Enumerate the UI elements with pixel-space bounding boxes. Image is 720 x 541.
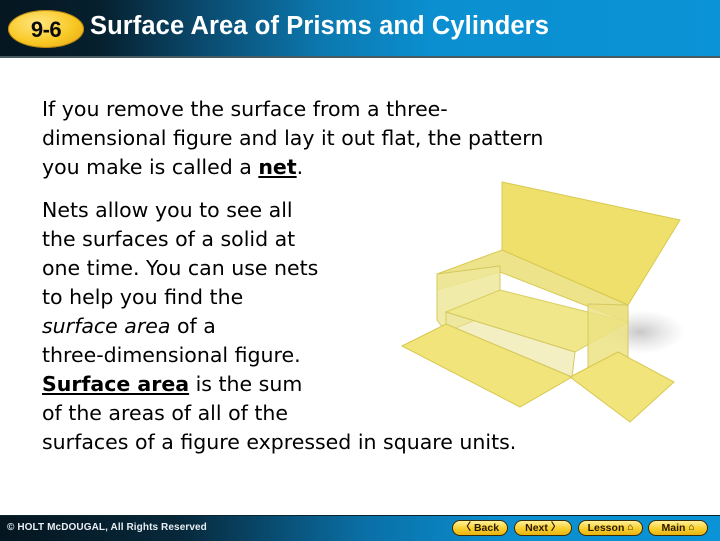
p2-italic-surface-area: surface area [42, 314, 171, 338]
back-button[interactable]: 〈 Back [452, 520, 508, 536]
lesson-home-button[interactable]: Lesson ⌂ [578, 520, 643, 536]
home-icon: ⌂ [688, 522, 695, 533]
lesson-number-badge: 9-6 [8, 10, 84, 48]
p2-text-1: Nets allow you to see all the surfaces o… [42, 198, 319, 309]
chevron-right-icon: 〉 [550, 522, 561, 533]
term-surface-area: Surface area [42, 372, 190, 396]
slide-footer: © HOLT McDOUGAL, All Rights Reserved 〈 B… [0, 515, 720, 541]
next-button[interactable]: Next 〉 [514, 520, 572, 536]
lesson-label: Lesson [587, 521, 625, 534]
slide-header: 9-6 Surface Area of Prisms and Cylinders [0, 0, 720, 58]
net-face-lid [501, 181, 681, 306]
slide-title: Surface Area of Prisms and Cylinders [90, 12, 549, 40]
prism-net-figure [400, 181, 685, 423]
copyright-text: © HOLT McDOUGAL, All Rights Reserved [7, 522, 207, 533]
main-label: Main [661, 521, 686, 534]
lesson-number: 9-6 [30, 17, 62, 42]
term-net: net [258, 155, 297, 179]
net-face-right-flap [569, 351, 675, 423]
chevron-left-icon: 〈 [460, 522, 471, 533]
next-label: Next [525, 521, 548, 534]
main-home-button[interactable]: Main ⌂ [648, 520, 708, 536]
paragraph-net-definition: If you remove the surface from a three- … [42, 95, 682, 182]
back-label: Back [473, 521, 500, 534]
p1-end: . [296, 155, 304, 179]
home-icon: ⌂ [627, 522, 634, 533]
